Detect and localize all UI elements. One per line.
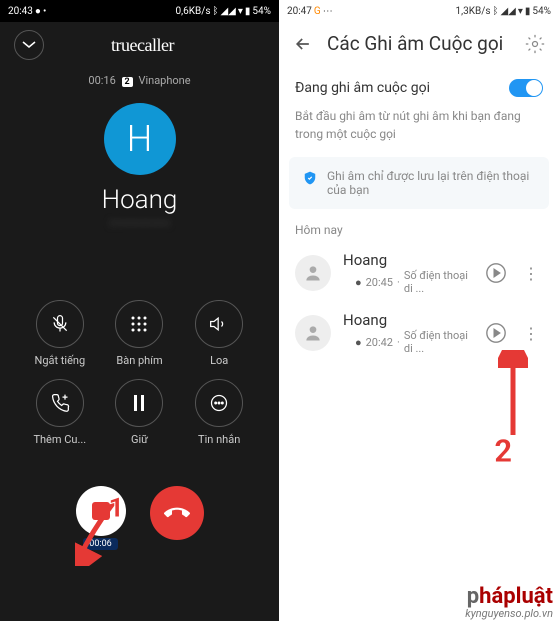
mute-icon bbox=[50, 314, 70, 334]
bluetooth-icon: ᛒ bbox=[492, 6, 498, 17]
watermark-brand: hápluật bbox=[479, 584, 553, 609]
keypad-button[interactable] bbox=[115, 300, 163, 348]
message-label: Tin nhắn bbox=[198, 433, 240, 446]
wifi-icon: ▾ bbox=[518, 6, 523, 17]
more-button[interactable]: ⋮ bbox=[519, 320, 543, 347]
screen-title: Các Ghi âm Cuộc gọi bbox=[327, 32, 511, 55]
call-duration: 00:16 bbox=[88, 74, 115, 87]
hold-label: Giữ bbox=[131, 433, 148, 446]
add-call-label: Thêm Cu... bbox=[33, 433, 86, 446]
contact-avatar bbox=[295, 255, 331, 291]
add-call-button[interactable] bbox=[36, 379, 84, 427]
signal-icon: ◢◢ bbox=[220, 6, 235, 17]
recording-time: 20:42 bbox=[366, 336, 393, 349]
person-icon bbox=[303, 263, 323, 283]
bottom-actions: 00:06 bbox=[0, 486, 279, 540]
call-info: 00:16 2 Vinaphone bbox=[0, 74, 279, 87]
status-time: 20:47 bbox=[287, 6, 312, 17]
status-bar: 20:47 G ⋯ 1,3KB/s ᛒ ◢◢ ▾ ▮ 54% bbox=[279, 0, 559, 22]
recording-detail: Số điện thoại di ... bbox=[404, 329, 473, 355]
battery-icon: ▮ bbox=[525, 6, 531, 17]
pause-icon bbox=[132, 395, 146, 411]
record-indicator-icon bbox=[92, 502, 110, 520]
status-data: 1,3KB/s bbox=[455, 6, 490, 17]
add-call-icon bbox=[50, 393, 70, 413]
watermark-site: kynguyenso.plo.vn bbox=[465, 608, 553, 619]
section-label: Hôm nay bbox=[279, 209, 559, 243]
whatsapp-icon: ● bbox=[35, 6, 41, 17]
recording-name: Hoang bbox=[343, 311, 473, 329]
status-data: 0,6KB/s bbox=[175, 6, 210, 17]
status-battery: 54% bbox=[252, 6, 271, 17]
record-dot-icon: ● bbox=[355, 336, 362, 349]
battery-icon: ▮ bbox=[245, 6, 251, 17]
toggle-label: Đang ghi âm cuộc gọi bbox=[295, 80, 430, 96]
recordings-screen: 20:47 G ⋯ 1,3KB/s ᛒ ◢◢ ▾ ▮ 54% Các Ghi â… bbox=[279, 0, 559, 621]
mute-label: Ngắt tiếng bbox=[34, 354, 85, 367]
bluetooth-icon: ᛒ bbox=[212, 6, 218, 17]
hold-button[interactable] bbox=[115, 379, 163, 427]
outgoing-icon bbox=[343, 277, 351, 287]
carrier-name: Vinaphone bbox=[138, 74, 190, 87]
person-icon bbox=[303, 323, 323, 343]
recording-item[interactable]: Hoang ● 20:45 · Số điện thoại di ... ⋮ bbox=[279, 243, 559, 303]
call-header: truecaller bbox=[0, 22, 279, 68]
watermark: phápluật kynguyenso.plo.vn bbox=[465, 585, 553, 619]
call-controls: Ngắt tiếng Bàn phím Loa Thêm Cu... Giữ bbox=[0, 300, 279, 446]
caller-avatar: H bbox=[104, 103, 176, 175]
speaker-icon bbox=[209, 314, 229, 334]
contact-avatar bbox=[295, 315, 331, 351]
keypad-icon bbox=[130, 315, 148, 333]
status-battery: 54% bbox=[532, 6, 551, 17]
chevron-down-icon bbox=[22, 41, 36, 49]
record-dot-icon: ● bbox=[355, 276, 362, 289]
play-button[interactable] bbox=[485, 322, 507, 344]
shield-check-icon bbox=[303, 171, 317, 185]
recording-toggle[interactable] bbox=[509, 79, 543, 97]
screen-header: Các Ghi âm Cuộc gọi bbox=[279, 22, 559, 65]
toggle-description: Bắt đầu ghi âm từ nút ghi âm khi bạn đan… bbox=[295, 107, 543, 143]
recording-item[interactable]: Hoang ● 20:42 · Số điện thoại di ... ⋮ bbox=[279, 303, 559, 363]
notification-icon: G bbox=[314, 6, 321, 17]
caller-name: Hoang bbox=[0, 185, 279, 215]
message-button[interactable] bbox=[195, 379, 243, 427]
notification-icon: • bbox=[43, 6, 46, 17]
settings-card: Đang ghi âm cuộc gọi Bắt đầu ghi âm từ n… bbox=[279, 65, 559, 157]
status-time: 20:43 bbox=[8, 6, 33, 17]
annotation-number-1: 1 bbox=[108, 491, 124, 524]
message-icon bbox=[209, 393, 229, 413]
more-button[interactable]: ⋮ bbox=[519, 260, 543, 287]
truecaller-call-screen: 20:43 ● • 0,6KB/s ᛒ ◢◢ ▾ ▮ 54% truecalle… bbox=[0, 0, 279, 621]
hangup-icon bbox=[164, 500, 190, 526]
status-bar: 20:43 ● • 0,6KB/s ᛒ ◢◢ ▾ ▮ 54% bbox=[0, 0, 279, 22]
recording-name: Hoang bbox=[343, 251, 473, 269]
recording-time: 20:45 bbox=[366, 276, 393, 289]
hangup-button[interactable] bbox=[150, 486, 204, 540]
mute-button[interactable] bbox=[36, 300, 84, 348]
sim-badge: 2 bbox=[122, 77, 133, 87]
play-button[interactable] bbox=[485, 262, 507, 284]
wifi-icon: ▾ bbox=[238, 6, 243, 17]
minimize-button[interactable] bbox=[14, 30, 44, 60]
avatar-letter: H bbox=[127, 118, 153, 160]
watermark-p: p bbox=[467, 584, 479, 609]
keypad-label: Bàn phím bbox=[116, 354, 162, 367]
dots-icon: ⋯ bbox=[323, 6, 333, 17]
back-button[interactable] bbox=[293, 34, 313, 54]
settings-button[interactable] bbox=[525, 34, 545, 54]
caller-number-blurred: 0900000000 bbox=[0, 217, 279, 230]
record-timer: 00:06 bbox=[83, 538, 117, 550]
speaker-label: Loa bbox=[210, 354, 228, 367]
outgoing-icon bbox=[343, 337, 351, 347]
info-text: Ghi âm chỉ được lưu lại trên điện thoại … bbox=[327, 169, 535, 197]
speaker-button[interactable] bbox=[195, 300, 243, 348]
annotation-number-2: 2 bbox=[494, 432, 513, 470]
recording-detail: Số điện thoại di ... bbox=[404, 269, 473, 295]
signal-icon: ◢◢ bbox=[500, 6, 515, 17]
info-notice: Ghi âm chỉ được lưu lại trên điện thoại … bbox=[289, 157, 549, 209]
truecaller-logo: truecaller bbox=[111, 35, 174, 56]
